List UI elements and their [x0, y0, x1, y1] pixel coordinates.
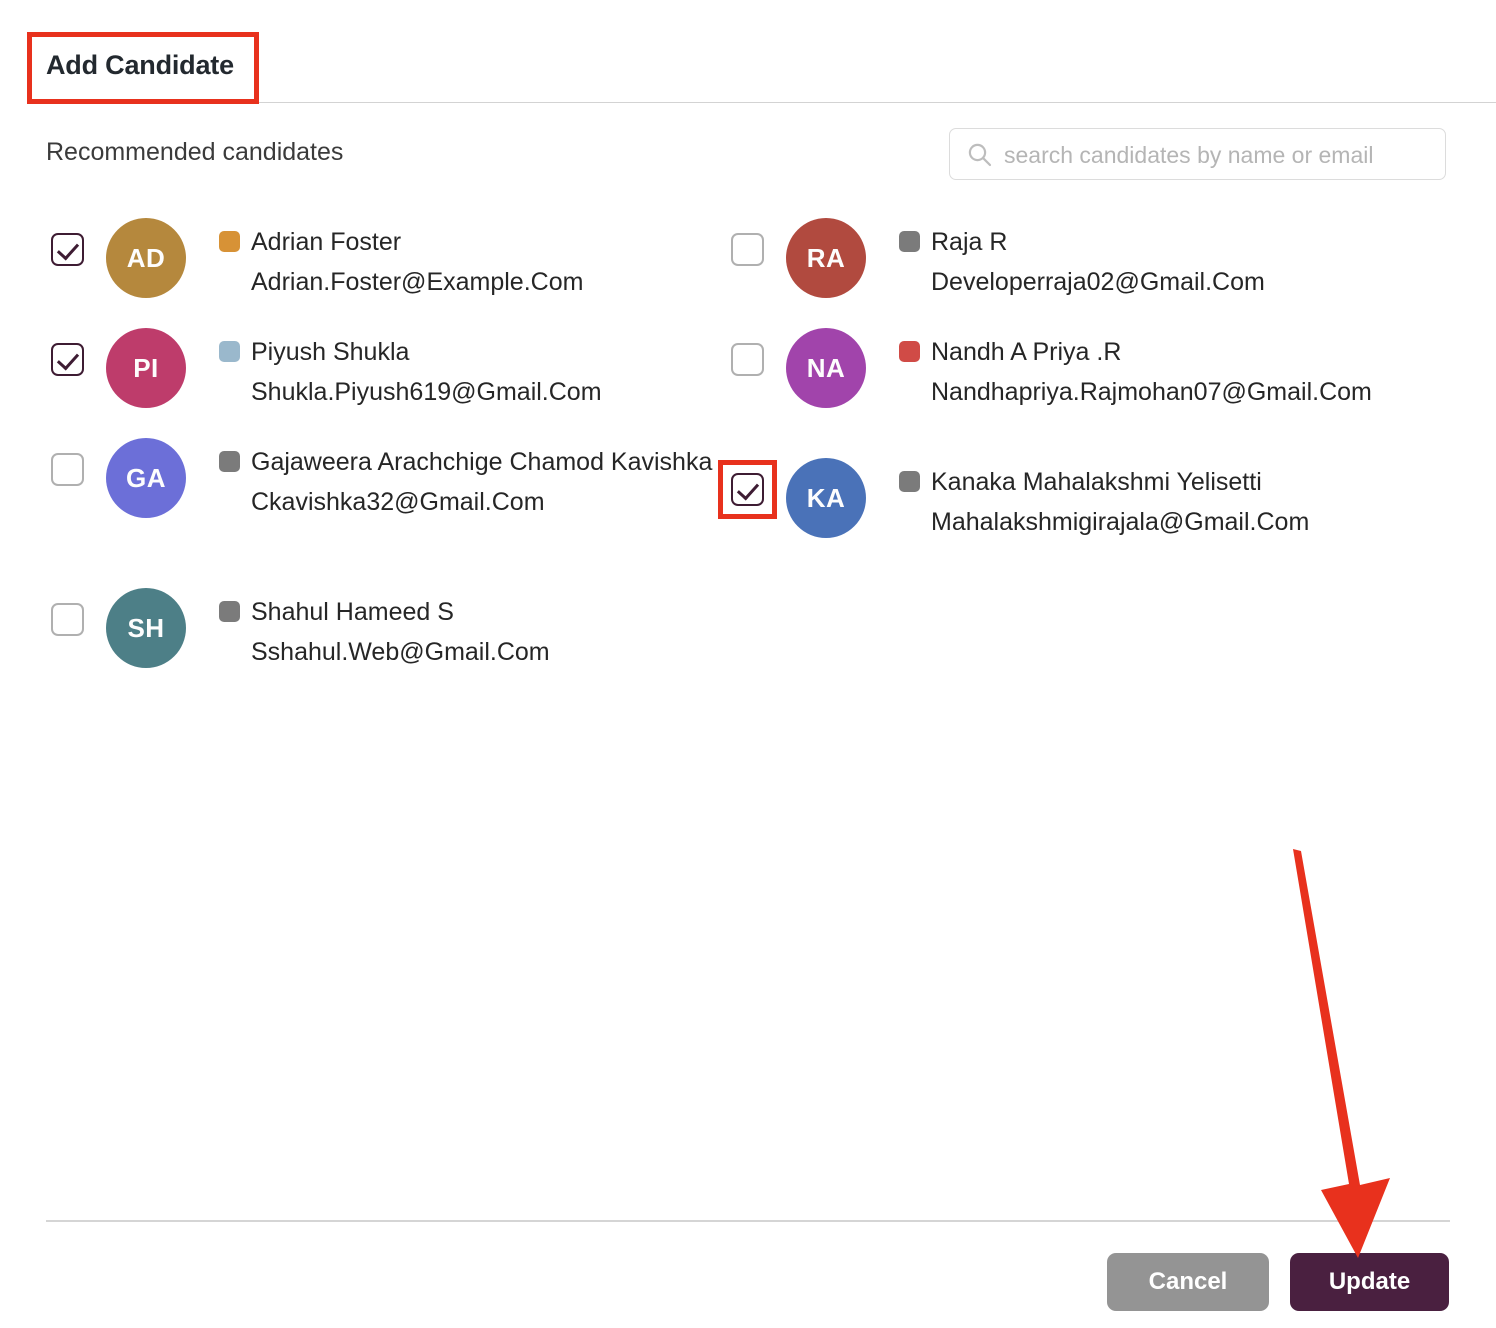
candidate-info: Kanaka Mahalakshmi Yelisetti Mahalakshmig…	[899, 458, 1416, 542]
candidate-checkbox[interactable]	[51, 343, 84, 376]
footer-divider	[46, 1220, 1450, 1222]
candidate-checkbox-slot	[46, 598, 94, 646]
dialog-header: Add Candidate	[0, 0, 1496, 103]
candidate-name: Shahul Hameed S	[251, 598, 454, 626]
candidate-checkbox-slot	[718, 460, 777, 519]
candidate-checkbox[interactable]	[51, 603, 84, 636]
candidate-email: Ckavishka32@Gmail.Com	[251, 488, 545, 516]
candidate-name-line: Piyush Shukla	[219, 332, 736, 372]
candidate-checkbox-slot	[46, 448, 94, 496]
search-icon	[967, 142, 992, 167]
update-button[interactable]: Update	[1290, 1253, 1449, 1311]
candidate-checkbox[interactable]	[731, 473, 764, 506]
candidate-info: Piyush Shukla Shukla.Piyush619@Gmail.Com	[219, 328, 736, 412]
candidate-row[interactable]: AD Adrian Foster Adrian.Foster@Example.Com	[46, 218, 736, 302]
candidate-row[interactable]: GA Gajaweera Arachchige Chamod Kavishka Ck…	[46, 438, 736, 522]
candidate-row[interactable]: RA Raja R Developerraja02@Gmail.Com	[726, 218, 1416, 302]
status-badge	[219, 341, 240, 362]
header-divider	[46, 102, 1496, 103]
avatar: KA	[786, 458, 866, 538]
candidate-name: Kanaka Mahalakshmi Yelisetti	[931, 468, 1262, 496]
candidate-row[interactable]: PI Piyush Shukla Shukla.Piyush619@Gmail.Co…	[46, 328, 736, 412]
candidate-row[interactable]: SH Shahul Hameed S Sshahul.Web@Gmail.Com	[46, 588, 736, 672]
avatar: SH	[106, 588, 186, 668]
avatar: NA	[786, 328, 866, 408]
candidate-checkbox-slot	[726, 338, 774, 386]
status-badge	[219, 231, 240, 252]
candidate-checkbox-slot	[46, 228, 94, 276]
candidate-checkbox[interactable]	[51, 453, 84, 486]
status-badge	[219, 601, 240, 622]
status-badge	[219, 451, 240, 472]
candidate-info: Raja R Developerraja02@Gmail.Com	[899, 218, 1416, 302]
candidate-name-line: Raja R	[899, 222, 1416, 262]
candidate-email: Mahalakshmigirajala@Gmail.Com	[931, 508, 1310, 536]
candidate-row[interactable]: KA Kanaka Mahalakshmi Yelisetti Mahalakshm…	[718, 458, 1416, 542]
candidate-name: Nandh A Priya .R	[931, 338, 1122, 366]
candidate-checkbox-slot	[726, 228, 774, 276]
candidate-info: Gajaweera Arachchige Chamod Kavishka Ckav…	[219, 438, 736, 522]
candidate-info: Shahul Hameed S Sshahul.Web@Gmail.Com	[219, 588, 736, 672]
search-field[interactable]	[949, 128, 1446, 181]
search-input[interactable]	[1002, 129, 1438, 181]
status-badge	[899, 341, 920, 362]
status-badge	[899, 231, 920, 252]
candidate-name-line: Gajaweera Arachchige Chamod Kavishka	[219, 442, 736, 482]
candidate-email: Adrian.Foster@Example.Com	[251, 268, 584, 296]
candidate-name: Raja R	[931, 228, 1008, 256]
candidate-email: Nandhapriya.Rajmohan07@Gmail.Com	[931, 378, 1372, 406]
recommended-candidates-label: Recommended candidates	[46, 138, 344, 166]
candidate-name-line: Nandh A Priya .R	[899, 332, 1416, 372]
candidate-row[interactable]: NA Nandh A Priya .R Nandhapriya.Rajmohan07…	[726, 328, 1416, 412]
candidate-name: Gajaweera Arachchige Chamod Kavishka	[251, 448, 713, 476]
avatar: GA	[106, 438, 186, 518]
candidate-checkbox[interactable]	[731, 343, 764, 376]
candidate-checkbox-slot	[46, 338, 94, 386]
candidate-checkbox[interactable]	[731, 233, 764, 266]
status-badge	[899, 471, 920, 492]
avatar: PI	[106, 328, 186, 408]
page-title: Add Candidate	[46, 50, 234, 80]
avatar: AD	[106, 218, 186, 298]
avatar: RA	[786, 218, 866, 298]
candidate-info: Adrian Foster Adrian.Foster@Example.Com	[219, 218, 736, 302]
candidate-name-line: Shahul Hameed S	[219, 592, 736, 632]
candidate-name-line: Adrian Foster	[219, 222, 736, 262]
candidate-email: Shukla.Piyush619@Gmail.Com	[251, 378, 602, 406]
add-candidate-dialog: Add Candidate Recommended candidates ADA…	[0, 0, 1496, 1328]
candidate-name-line: Kanaka Mahalakshmi Yelisetti	[899, 462, 1416, 502]
candidate-checkbox[interactable]	[51, 233, 84, 266]
cancel-button[interactable]: Cancel	[1107, 1253, 1269, 1311]
candidate-email: Sshahul.Web@Gmail.Com	[251, 638, 550, 666]
candidate-name: Adrian Foster	[251, 228, 402, 256]
candidate-email: Developerraja02@Gmail.Com	[931, 268, 1265, 296]
candidate-name: Piyush Shukla	[251, 338, 410, 366]
candidate-info: Nandh A Priya .R Nandhapriya.Rajmohan07@G…	[899, 328, 1416, 412]
